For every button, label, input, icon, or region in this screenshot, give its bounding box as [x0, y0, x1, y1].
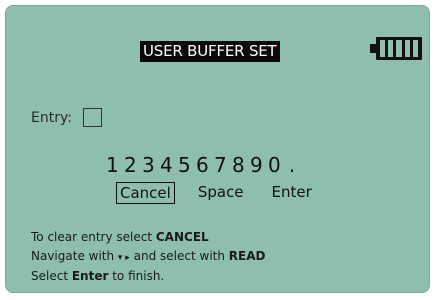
action-row: Cancel Space Enter	[116, 182, 315, 204]
space-button[interactable]: Space	[195, 182, 247, 204]
help-line-2: Navigate with ▾ ▸ and select with READ	[31, 247, 265, 268]
enter-button[interactable]: Enter	[269, 182, 315, 204]
help-text-segment: to finish.	[108, 269, 165, 283]
lcd-screen: USER BUFFER SET Entry: 1 2 3 4 5 6 7 8 9…	[5, 5, 430, 293]
battery-icon	[370, 37, 424, 60]
help-line-1: To clear entry select CANCEL	[31, 228, 265, 247]
screen-title: USER BUFFER SET	[140, 41, 280, 62]
key-2[interactable]: 2	[124, 153, 137, 177]
battery-bar	[412, 40, 419, 57]
help-text-segment: Navigate with	[31, 248, 118, 263]
keypad-row: 1 2 3 4 5 6 7 8 9 0 .	[106, 153, 298, 177]
key-9[interactable]: 9	[250, 153, 263, 177]
key-7[interactable]: 7	[214, 153, 227, 177]
entry-label: Entry:	[31, 110, 72, 126]
key-dot[interactable]: .	[286, 153, 298, 177]
key-0[interactable]: 0	[268, 153, 281, 177]
help-keyword-cancel: CANCEL	[155, 230, 209, 244]
key-4[interactable]: 4	[160, 153, 173, 177]
battery-bar	[396, 40, 402, 57]
battery-bar	[388, 40, 394, 57]
entry-field[interactable]	[83, 108, 102, 127]
help-keyword-enter: Enter	[71, 269, 109, 283]
help-text-segment: and select with	[129, 248, 229, 263]
key-3[interactable]: 3	[142, 153, 155, 177]
help-text-segment: To clear entry select	[31, 230, 156, 244]
key-5[interactable]: 5	[178, 153, 191, 177]
help-keyword-read: READ	[228, 248, 266, 263]
help-text: To clear entry select CANCEL Navigate wi…	[31, 228, 265, 286]
key-1[interactable]: 1	[106, 153, 119, 177]
key-6[interactable]: 6	[196, 153, 209, 177]
key-8[interactable]: 8	[232, 153, 245, 177]
help-line-3: Select Enter to finish.	[31, 267, 265, 286]
cancel-button[interactable]: Cancel	[116, 182, 175, 204]
battery-bar	[404, 40, 410, 57]
battery-bar	[380, 40, 386, 57]
help-text-segment: Select	[31, 269, 72, 283]
arrow-icons: ▾ ▸	[117, 252, 130, 263]
